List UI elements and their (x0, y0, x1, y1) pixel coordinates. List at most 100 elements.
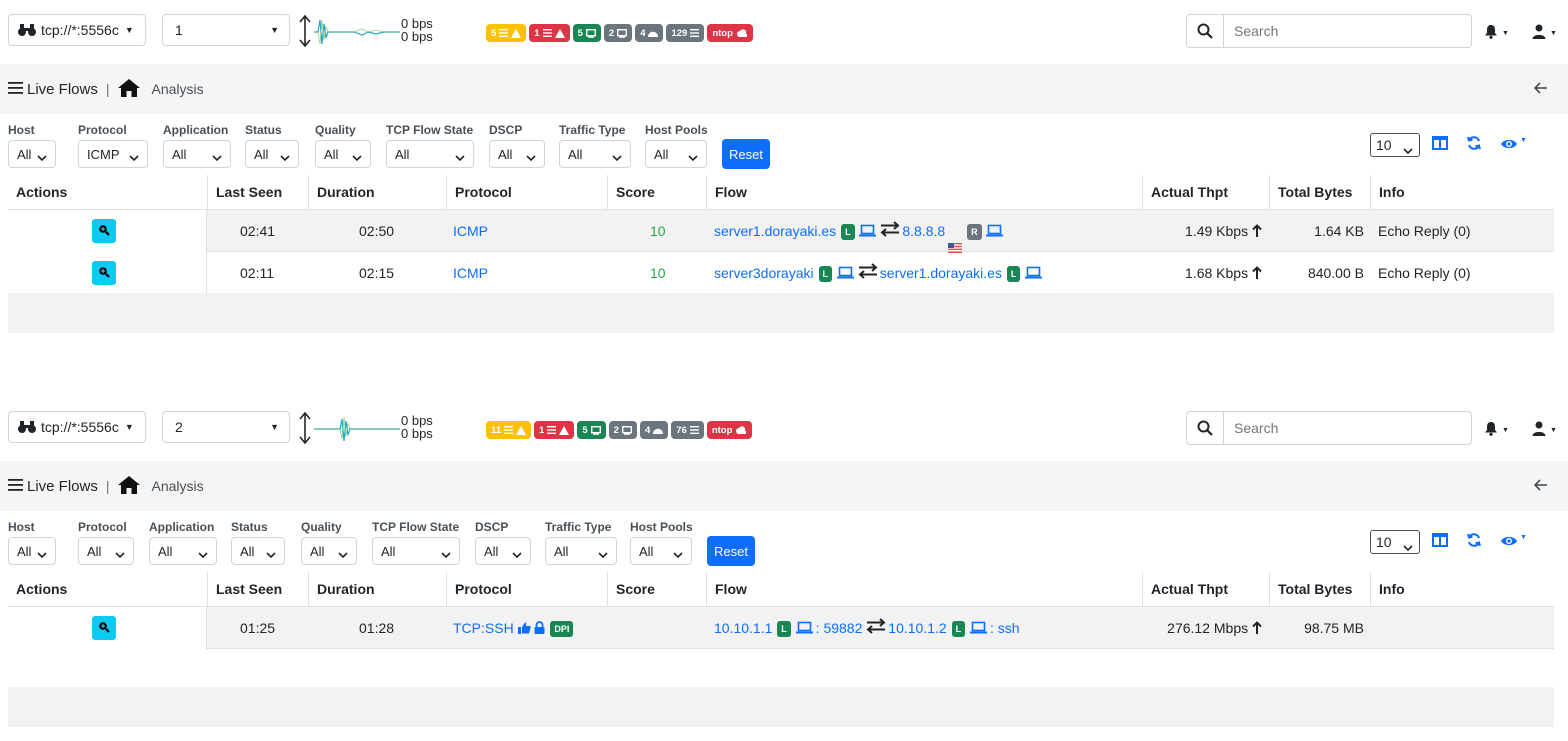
column-header-protocol[interactable]: Protocol (446, 572, 607, 606)
chevron-down-icon (688, 150, 698, 165)
filter-select[interactable]: All (8, 140, 56, 168)
column-header-total-bytes[interactable]: Total Bytes (1269, 175, 1370, 209)
home-icon[interactable] (117, 78, 140, 100)
filter-select[interactable]: All (645, 140, 707, 168)
server-host-link[interactable]: server1.dorayaki.es (880, 265, 1002, 281)
local-hosts-badge[interactable]: 5 (572, 24, 601, 42)
column-header-duration[interactable]: Duration (308, 175, 446, 209)
filter-value: All (568, 146, 583, 162)
column-header-protocol[interactable]: Protocol (446, 175, 607, 209)
live-flows-panel-2: tcp://*:5556c▼2▼0 bps0 bps11152476ntop▼▼… (0, 397, 1568, 727)
filter-select[interactable]: All (372, 537, 460, 565)
error-alerts-badge[interactable]: 1 (529, 24, 570, 42)
page-size-select[interactable]: 10 (1370, 530, 1420, 554)
columns-icon[interactable] (1432, 136, 1448, 153)
filter-select[interactable]: All (630, 537, 692, 565)
flows-badge[interactable]: 129 (666, 24, 705, 42)
search-icon[interactable] (1187, 15, 1224, 47)
column-header-duration[interactable]: Duration (308, 572, 446, 606)
column-header-last-seen[interactable]: Last Seen (207, 572, 308, 606)
column-header-actions[interactable]: Actions (8, 572, 207, 606)
server-host-link[interactable]: 8.8.8.8 (902, 223, 945, 239)
alerts-badge[interactable]: 5 (486, 24, 527, 42)
user-dropdown[interactable]: ▼ (1532, 421, 1557, 439)
binoculars-icon (17, 23, 37, 37)
filter-select[interactable]: All (78, 537, 134, 565)
protocol-cell: ICMP (453, 210, 488, 252)
refresh-icon[interactable] (1466, 135, 1482, 154)
protocol-link[interactable]: ICMP (453, 223, 488, 239)
column-header-score[interactable]: Score (607, 572, 706, 606)
filter-select[interactable]: All (301, 537, 357, 565)
column-header-total-bytes[interactable]: Total Bytes (1269, 572, 1370, 606)
protocol-link[interactable]: TCP:SSH (453, 620, 514, 636)
error-alerts-badge[interactable]: 1 (534, 421, 575, 439)
server-port-link[interactable]: : ssh (990, 620, 1020, 636)
page-size-select[interactable]: 10 (1370, 133, 1420, 157)
flow-details-button[interactable] (92, 219, 116, 243)
search-input[interactable] (1224, 412, 1471, 444)
column-header-actual-thpt[interactable]: Actual Thpt (1142, 572, 1269, 606)
back-arrow-icon[interactable] (1533, 81, 1548, 97)
client-port-link[interactable]: : 59882 (816, 620, 863, 636)
flow-details-button[interactable] (92, 616, 116, 640)
column-header-flow[interactable]: Flow (706, 175, 1142, 209)
devices-badge[interactable]: 4 (635, 24, 664, 42)
ntop-cloud-badge[interactable]: ntop (707, 24, 753, 42)
observation-point-select[interactable]: 1 ▼ (162, 14, 290, 46)
flow-details-button[interactable] (92, 261, 116, 285)
user-dropdown[interactable]: ▼ (1532, 24, 1557, 42)
server-host-link[interactable]: 10.10.1.2 (888, 620, 946, 636)
visibility-dropdown[interactable]: ▼ (1500, 534, 1527, 550)
client-host-link[interactable]: 10.10.1.1 (714, 620, 772, 636)
search-input[interactable] (1224, 15, 1471, 47)
column-header-score[interactable]: Score (607, 175, 706, 209)
notifications-dropdown[interactable]: ▼ (1484, 421, 1509, 439)
protocol-link[interactable]: ICMP (453, 265, 488, 281)
observation-point-select[interactable]: 2 ▼ (162, 411, 290, 443)
filter-select[interactable]: All (386, 140, 474, 168)
column-header-actual-thpt[interactable]: Actual Thpt (1142, 175, 1269, 209)
filter-select[interactable]: All (475, 537, 531, 565)
reset-button[interactable]: Reset (722, 139, 770, 169)
column-header-info[interactable]: Info (1370, 572, 1554, 606)
client-host-link[interactable]: server1.dorayaki.es (714, 223, 836, 239)
filter-select[interactable]: ICMP (78, 140, 148, 168)
columns-icon[interactable] (1432, 533, 1448, 550)
remote-hosts-badge[interactable]: 2 (608, 421, 637, 439)
local-hosts-badge[interactable]: 5 (577, 421, 606, 439)
interface-dropdown[interactable]: tcp://*:5556c ▼ (8, 411, 146, 443)
column-header-actions[interactable]: Actions (8, 175, 207, 209)
flows-badge[interactable]: 76 (671, 421, 704, 439)
filter-value: All (395, 146, 410, 162)
filter-select[interactable]: All (489, 140, 545, 168)
visibility-dropdown[interactable]: ▼ (1500, 137, 1527, 153)
reset-button[interactable]: Reset (707, 536, 755, 566)
home-icon[interactable] (117, 475, 140, 497)
filter-select[interactable]: All (149, 537, 217, 565)
table-header: Actions Last Seen Duration Protocol Score Flo… (8, 572, 1554, 607)
column-header-flow[interactable]: Flow (706, 572, 1142, 606)
filter-select[interactable]: All (545, 537, 617, 565)
notifications-dropdown[interactable]: ▼ (1484, 24, 1509, 42)
filter-select[interactable]: All (245, 140, 299, 168)
filter-value: All (17, 543, 32, 559)
back-arrow-icon[interactable] (1533, 478, 1548, 494)
ntop-cloud-badge[interactable]: ntop (706, 421, 753, 439)
devices-badge[interactable]: 4 (639, 421, 669, 439)
remote-hosts-badge[interactable]: 2 (603, 24, 633, 42)
filter-label: Protocol (78, 123, 127, 137)
filter-select[interactable]: All (559, 140, 631, 168)
alerts-badge[interactable]: 11 (486, 421, 532, 439)
filter-select[interactable]: All (315, 140, 371, 168)
interface-dropdown[interactable]: tcp://*:5556c ▼ (8, 14, 146, 46)
filter-select[interactable]: All (231, 537, 285, 565)
client-host-link[interactable]: server3dorayaki (714, 265, 814, 281)
search-icon[interactable] (1187, 412, 1224, 444)
filter-select[interactable]: All (8, 537, 56, 565)
column-header-last-seen[interactable]: Last Seen (207, 175, 308, 209)
filter-select[interactable]: All (163, 140, 231, 168)
column-header-info[interactable]: Info (1370, 175, 1554, 209)
filter-value: All (381, 543, 396, 559)
refresh-icon[interactable] (1466, 532, 1482, 551)
